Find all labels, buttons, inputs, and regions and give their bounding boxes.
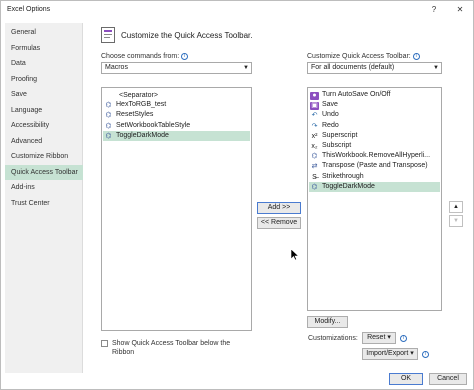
list-item[interactable]: <Separator> bbox=[103, 90, 250, 100]
list-item-label: Strikethrough bbox=[322, 172, 364, 180]
move-up-button[interactable]: ▲ bbox=[449, 201, 463, 213]
list-item-label: <Separator> bbox=[119, 92, 158, 99]
sidebar-item-language[interactable]: Language bbox=[5, 103, 83, 118]
qat-commands-list[interactable]: ● Turn AutoSave On/Off ▣ Save ↶ Undo ↷ Redo x² Su… bbox=[307, 87, 442, 311]
excel-options-dialog: Excel Options ? ✕ General Formulas Data Pro… bbox=[0, 0, 474, 390]
list-item-label: Superscript bbox=[322, 131, 358, 139]
sidebar-item-general[interactable]: General bbox=[5, 25, 83, 40]
customize-qat-value: For all documents (default) bbox=[311, 64, 395, 71]
sidebar-item-proofing[interactable]: Proofing bbox=[5, 72, 83, 87]
transpose-icon: ⇄ bbox=[311, 163, 318, 171]
available-commands-list[interactable]: <Separator> ⌬ HexToRGB_test ⌬ ResetStyles ⌬ Se… bbox=[101, 87, 252, 331]
import-export-button[interactable]: Import/Export ▾ bbox=[362, 348, 418, 360]
chevron-down-icon: ▼ bbox=[243, 65, 249, 71]
superscript-icon: x² bbox=[311, 132, 318, 140]
reset-button[interactable]: Reset ▾ bbox=[362, 332, 396, 344]
chevron-down-icon: ▼ bbox=[433, 65, 439, 71]
choose-commands-dropdown[interactable]: Macros ▼ bbox=[101, 62, 252, 74]
redo-icon: ↷ bbox=[311, 122, 318, 130]
list-item-label: ToggleDarkMode bbox=[322, 182, 375, 190]
page-heading: Customize the Quick Access Toolbar. bbox=[121, 31, 253, 40]
list-item-label: Transpose (Paste and Transpose) bbox=[322, 162, 428, 170]
macro-icon: ⌬ bbox=[105, 132, 112, 140]
close-icon[interactable]: ✕ bbox=[451, 3, 469, 17]
info-icon: i bbox=[422, 351, 429, 358]
save-icon: ▣ bbox=[310, 102, 319, 111]
list-item[interactable]: ⌬ ToggleDarkMode bbox=[309, 181, 440, 192]
macro-icon: ⌬ bbox=[105, 112, 112, 120]
cancel-button[interactable]: Cancel bbox=[429, 373, 467, 385]
sidebar-item-accessibility[interactable]: Accessibility bbox=[5, 118, 83, 133]
main-panel: Customize the Quick Access Toolbar. Choo… bbox=[87, 21, 471, 373]
list-item[interactable]: S̶ Strikethrough bbox=[309, 172, 440, 182]
customize-qat-label: Customize Quick Access Toolbar: i bbox=[307, 53, 420, 60]
move-down-button[interactable]: ▼ bbox=[449, 215, 463, 227]
customize-qat-dropdown[interactable]: For all documents (default) ▼ bbox=[307, 62, 442, 74]
list-item-label: Redo bbox=[322, 121, 339, 129]
show-below-ribbon-checkbox[interactable] bbox=[101, 340, 108, 347]
sidebar-item-quick-access-toolbar[interactable]: Quick Access Toolbar bbox=[5, 164, 83, 180]
ok-button[interactable]: OK bbox=[389, 373, 423, 385]
show-below-ribbon-label: Show Quick Access Toolbar below the Ribb… bbox=[112, 340, 231, 356]
subscript-icon: x₂ bbox=[311, 143, 318, 150]
list-item[interactable]: ⇄ Transpose (Paste and Transpose) bbox=[309, 161, 440, 171]
macro-icon: ⌬ bbox=[105, 122, 112, 130]
list-item[interactable]: ⌬ HexToRGB_test bbox=[103, 100, 250, 110]
list-item-label: ToggleDarkMode bbox=[116, 131, 169, 139]
list-item-label: SetWorkbookTableStyle bbox=[116, 121, 191, 129]
list-item[interactable]: x² Superscript bbox=[309, 131, 440, 141]
list-item-label: HexToRGB_test bbox=[116, 101, 167, 109]
sidebar-item-data[interactable]: Data bbox=[5, 56, 83, 71]
sidebar-item-advanced[interactable]: Advanced bbox=[5, 134, 83, 149]
choose-commands-label: Choose commands from: i bbox=[101, 53, 189, 60]
sidebar-item-add-ins[interactable]: Add-ins bbox=[5, 180, 83, 195]
sidebar: General Formulas Data Proofing Save Language A… bbox=[5, 23, 83, 373]
list-item-label: Subscript bbox=[322, 142, 352, 149]
modify-button[interactable]: Modify... bbox=[307, 316, 348, 328]
list-item-label: ResetStyles bbox=[116, 111, 154, 119]
title-bar: Excel Options ? ✕ bbox=[1, 1, 473, 19]
list-item[interactable]: ↶ Undo bbox=[309, 110, 440, 120]
list-item[interactable]: ↷ Redo bbox=[309, 121, 440, 131]
autosave-icon: ● bbox=[310, 92, 319, 100]
help-icon[interactable]: ? bbox=[425, 3, 443, 17]
window-title: Excel Options bbox=[7, 6, 51, 13]
list-item[interactable]: x₂ Subscript bbox=[309, 141, 440, 151]
list-item[interactable]: ⌬ SetWorkbookTableStyle bbox=[103, 121, 250, 131]
list-item-label: Save bbox=[322, 101, 338, 109]
strikethrough-icon: S̶ bbox=[312, 173, 317, 181]
sidebar-item-customize-ribbon[interactable]: Customize Ribbon bbox=[5, 149, 83, 164]
list-item[interactable]: ⌬ ToggleDarkMode bbox=[103, 130, 250, 141]
mouse-cursor-icon bbox=[291, 249, 299, 261]
sidebar-item-formulas[interactable]: Formulas bbox=[5, 41, 83, 56]
remove-button[interactable]: << Remove bbox=[257, 217, 301, 229]
list-item[interactable]: ⌬ ResetStyles bbox=[103, 110, 250, 120]
macro-icon: ⌬ bbox=[311, 153, 318, 161]
qat-heading-icon bbox=[101, 27, 115, 43]
list-item-label: Undo bbox=[322, 111, 339, 119]
info-icon: i bbox=[181, 53, 189, 60]
list-item[interactable]: ⌬ ThisWorkbook.RemoveAllHyperli... bbox=[309, 151, 440, 161]
blank-icon bbox=[104, 90, 116, 98]
sidebar-item-save[interactable]: Save bbox=[5, 87, 83, 102]
add-button[interactable]: Add >> bbox=[257, 202, 301, 214]
info-icon: i bbox=[412, 53, 420, 60]
list-item[interactable]: ● Turn AutoSave On/Off bbox=[309, 90, 440, 100]
list-item[interactable]: ▣ Save bbox=[309, 100, 440, 111]
choose-commands-value: Macros bbox=[105, 64, 128, 71]
sidebar-item-trust-center[interactable]: Trust Center bbox=[5, 196, 83, 211]
info-icon: i bbox=[400, 335, 407, 342]
customizations-label: Customizations: bbox=[308, 335, 358, 342]
undo-icon: ↶ bbox=[311, 112, 318, 120]
macro-icon: ⌬ bbox=[105, 102, 112, 110]
macro-icon: ⌬ bbox=[311, 183, 318, 191]
list-item-label: Turn AutoSave On/Off bbox=[322, 91, 391, 98]
list-item-label: ThisWorkbook.RemoveAllHyperli... bbox=[322, 152, 431, 160]
